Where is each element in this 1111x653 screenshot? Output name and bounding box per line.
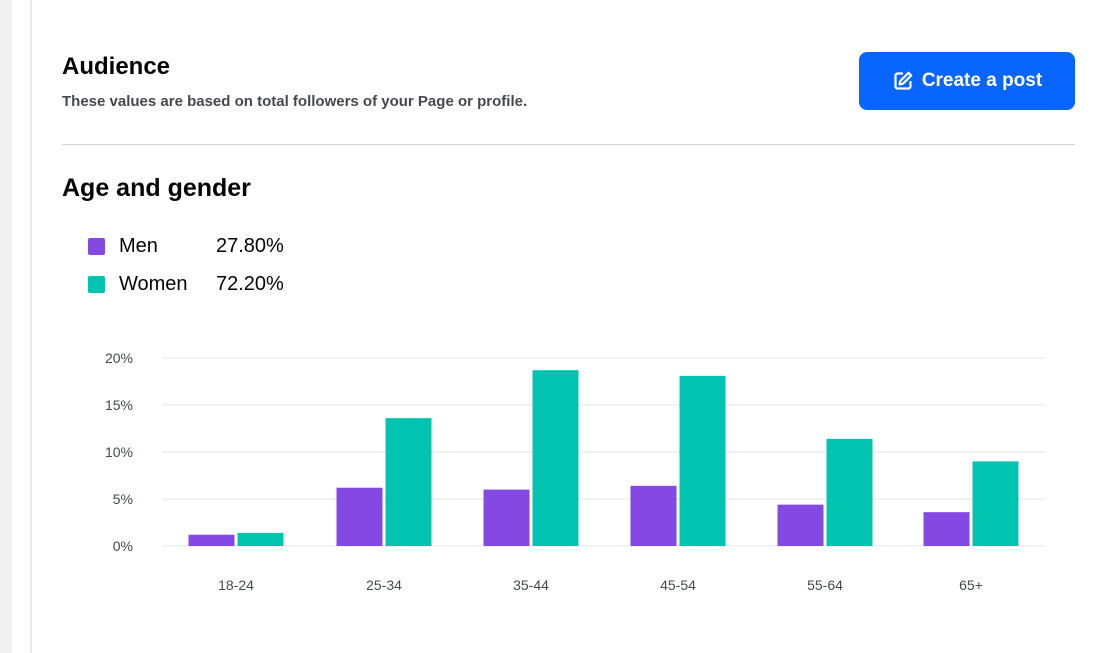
y-tick-label: 10% <box>105 444 133 460</box>
bar-women-18-24 <box>237 532 284 546</box>
bar-men-18-24 <box>188 534 235 546</box>
x-tick-label: 35-44 <box>513 577 549 593</box>
y-tick-label: 0% <box>113 538 133 554</box>
bar-women-35-44 <box>532 370 579 546</box>
x-tick-label: 18-24 <box>218 577 254 593</box>
x-tick-label: 55-64 <box>807 577 843 593</box>
bar-men-45-54 <box>630 485 677 546</box>
x-tick-label: 25-34 <box>366 577 402 593</box>
bar-men-55-64 <box>777 504 824 546</box>
bar-men-65+ <box>923 512 970 546</box>
bar-women-25-34 <box>385 418 432 546</box>
age-gender-bar-chart: 0% 5% 10% 15% 20% 18-24 25-34 35-44 45-54 55-64 65… <box>105 350 1045 593</box>
bar-men-25-34 <box>336 487 383 546</box>
bar-women-45-54 <box>679 375 726 546</box>
bar-men-35-44 <box>483 489 530 546</box>
bar-women-55-64 <box>826 438 873 546</box>
y-tick-label: 5% <box>113 491 133 507</box>
x-tick-label: 45-54 <box>660 577 696 593</box>
x-tick-label: 65+ <box>959 577 983 593</box>
y-tick-label: 15% <box>105 397 133 413</box>
y-tick-label: 20% <box>105 350 133 366</box>
bar-women-65+ <box>972 461 1019 546</box>
